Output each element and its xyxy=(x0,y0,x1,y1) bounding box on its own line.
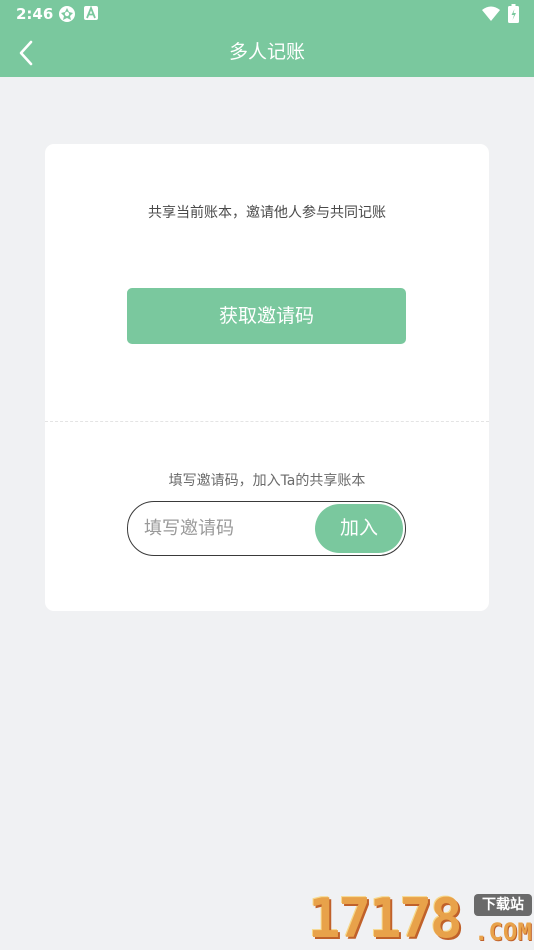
back-button[interactable] xyxy=(10,36,44,70)
wifi-icon xyxy=(482,6,500,21)
status-bar: 2:46 xyxy=(0,0,534,28)
dashed-divider xyxy=(45,421,489,422)
top-bar: 多人记账 xyxy=(0,28,534,77)
chevron-left-icon xyxy=(19,40,33,66)
page-title: 多人记账 xyxy=(228,41,305,63)
share-description: 共享当前账本，邀请他人参与共同记账 xyxy=(148,205,386,221)
watermark-digits: 17178 xyxy=(308,887,463,950)
a-notification-icon xyxy=(84,6,98,20)
invite-code-input[interactable] xyxy=(144,502,304,555)
invite-code-field-group: 加入 xyxy=(127,501,406,556)
watermark-logo: 17178 下载站 .COM xyxy=(308,888,534,950)
settings-icon xyxy=(59,6,75,22)
get-invite-code-button[interactable]: 获取邀请码 xyxy=(127,288,406,344)
share-card: 共享当前账本，邀请他人参与共同记账 获取邀请码 填写邀请码，加入Ta的共享账本 … xyxy=(45,144,489,611)
join-button[interactable]: 加入 xyxy=(315,504,403,553)
battery-icon xyxy=(508,4,519,23)
watermark-com: .COM xyxy=(474,918,532,946)
join-description: 填写邀请码，加入Ta的共享账本 xyxy=(168,473,366,489)
status-time: 2:46 xyxy=(16,5,54,23)
watermark-sub-label: 下载站 xyxy=(474,894,532,916)
